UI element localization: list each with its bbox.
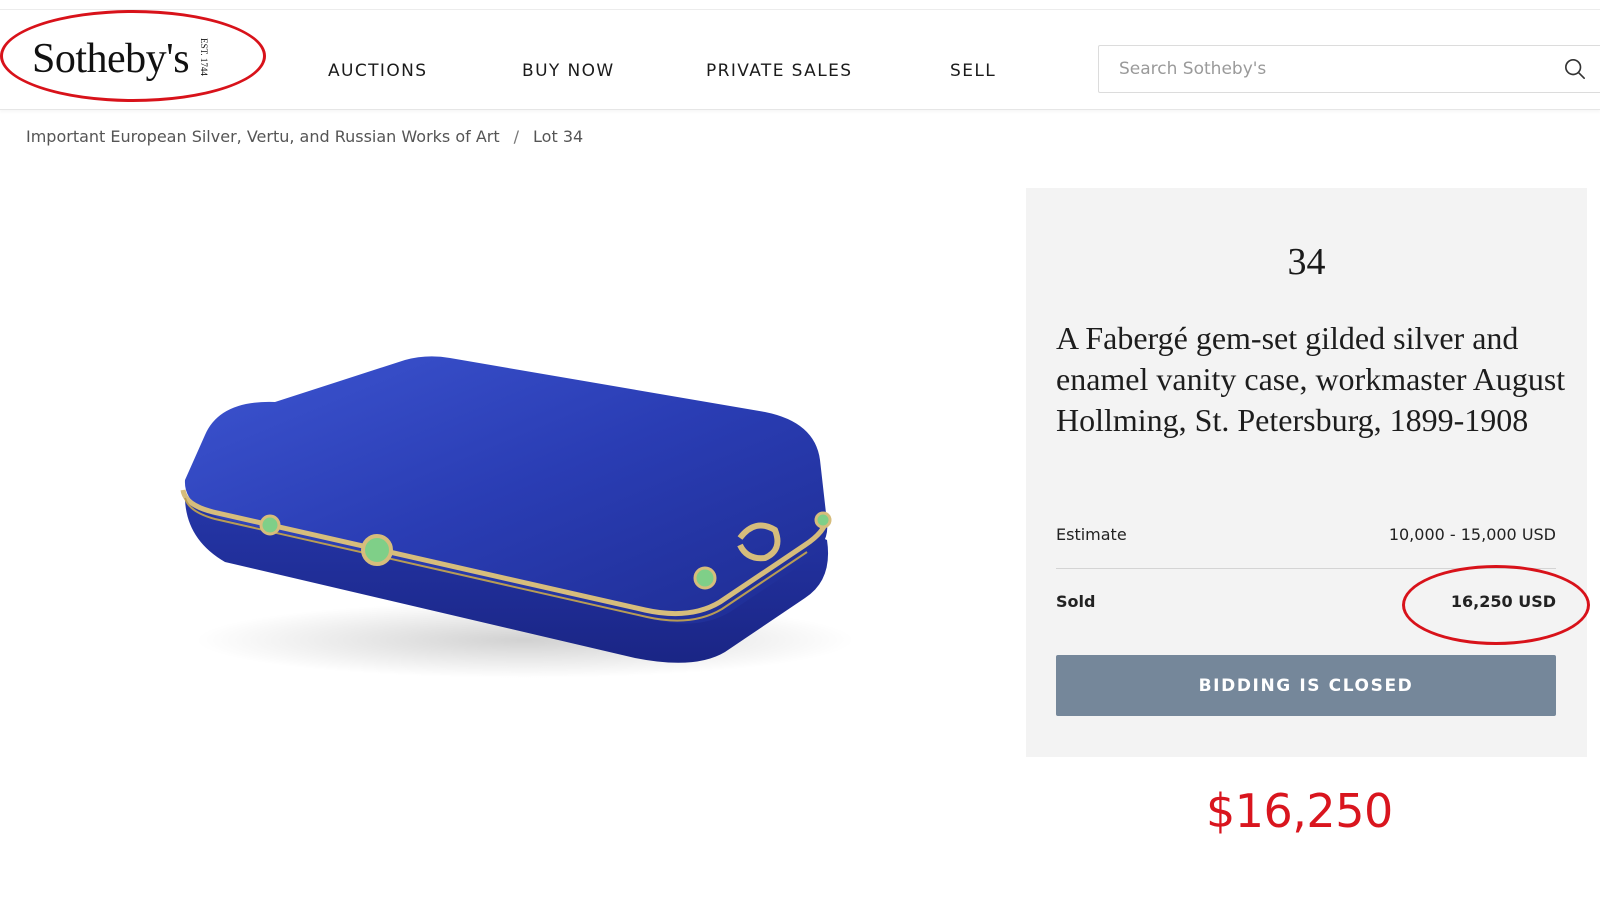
breadcrumb-sale-link[interactable]: Important European Silver, Vertu, and Ru… [26,127,500,146]
price-annotation: $16,250 [1206,784,1393,838]
sold-label: Sold [1056,592,1096,611]
estimate-label: Estimate [1056,525,1127,544]
gem-cabochon-center [361,534,393,566]
search-input[interactable] [1119,57,1549,81]
sothebys-logo[interactable]: Sotheby's EST. 1744 [32,36,211,82]
nav-private-sales[interactable]: PRIVATE SALES [706,61,852,81]
nav-auctions[interactable]: AUCTIONS [328,61,427,81]
lot-info-panel: 34 A Fabergé gem-set gilded silver and e… [1026,188,1587,757]
divider [1056,568,1556,569]
search-icon[interactable] [1564,58,1586,80]
logo-est-mark: EST. 1744 [199,38,210,76]
lot-title: A Fabergé gem-set gilded silver and enam… [1056,320,1566,438]
estimate-value: 10,000 - 15,000 USD [1388,525,1556,544]
breadcrumb: Important European Silver, Vertu, and Ru… [26,127,583,146]
search-box [1098,45,1600,93]
nav-buy-now[interactable]: BUY NOW [522,61,615,81]
case-lid [184,356,828,624]
nav-sell[interactable]: SELL [950,61,996,81]
gem-cabochon-right [693,566,717,590]
site-header: Sotheby's EST. 1744 AUCTIONS BUY NOW PRI… [0,10,1600,110]
gem-cabochon-edge [814,511,832,529]
bidding-closed-button[interactable]: BIDDING IS CLOSED [1056,655,1556,716]
lot-number: 34 [1287,241,1326,283]
sold-value: 16,250 USD [1450,592,1556,611]
logo-wordmark: Sotheby's [32,36,190,82]
breadcrumb-lot: Lot 34 [533,127,584,146]
product-image[interactable] [165,340,865,700]
breadcrumb-separator: / [513,127,520,146]
top-strip [0,0,1600,10]
gem-cabochon-left [259,514,281,536]
